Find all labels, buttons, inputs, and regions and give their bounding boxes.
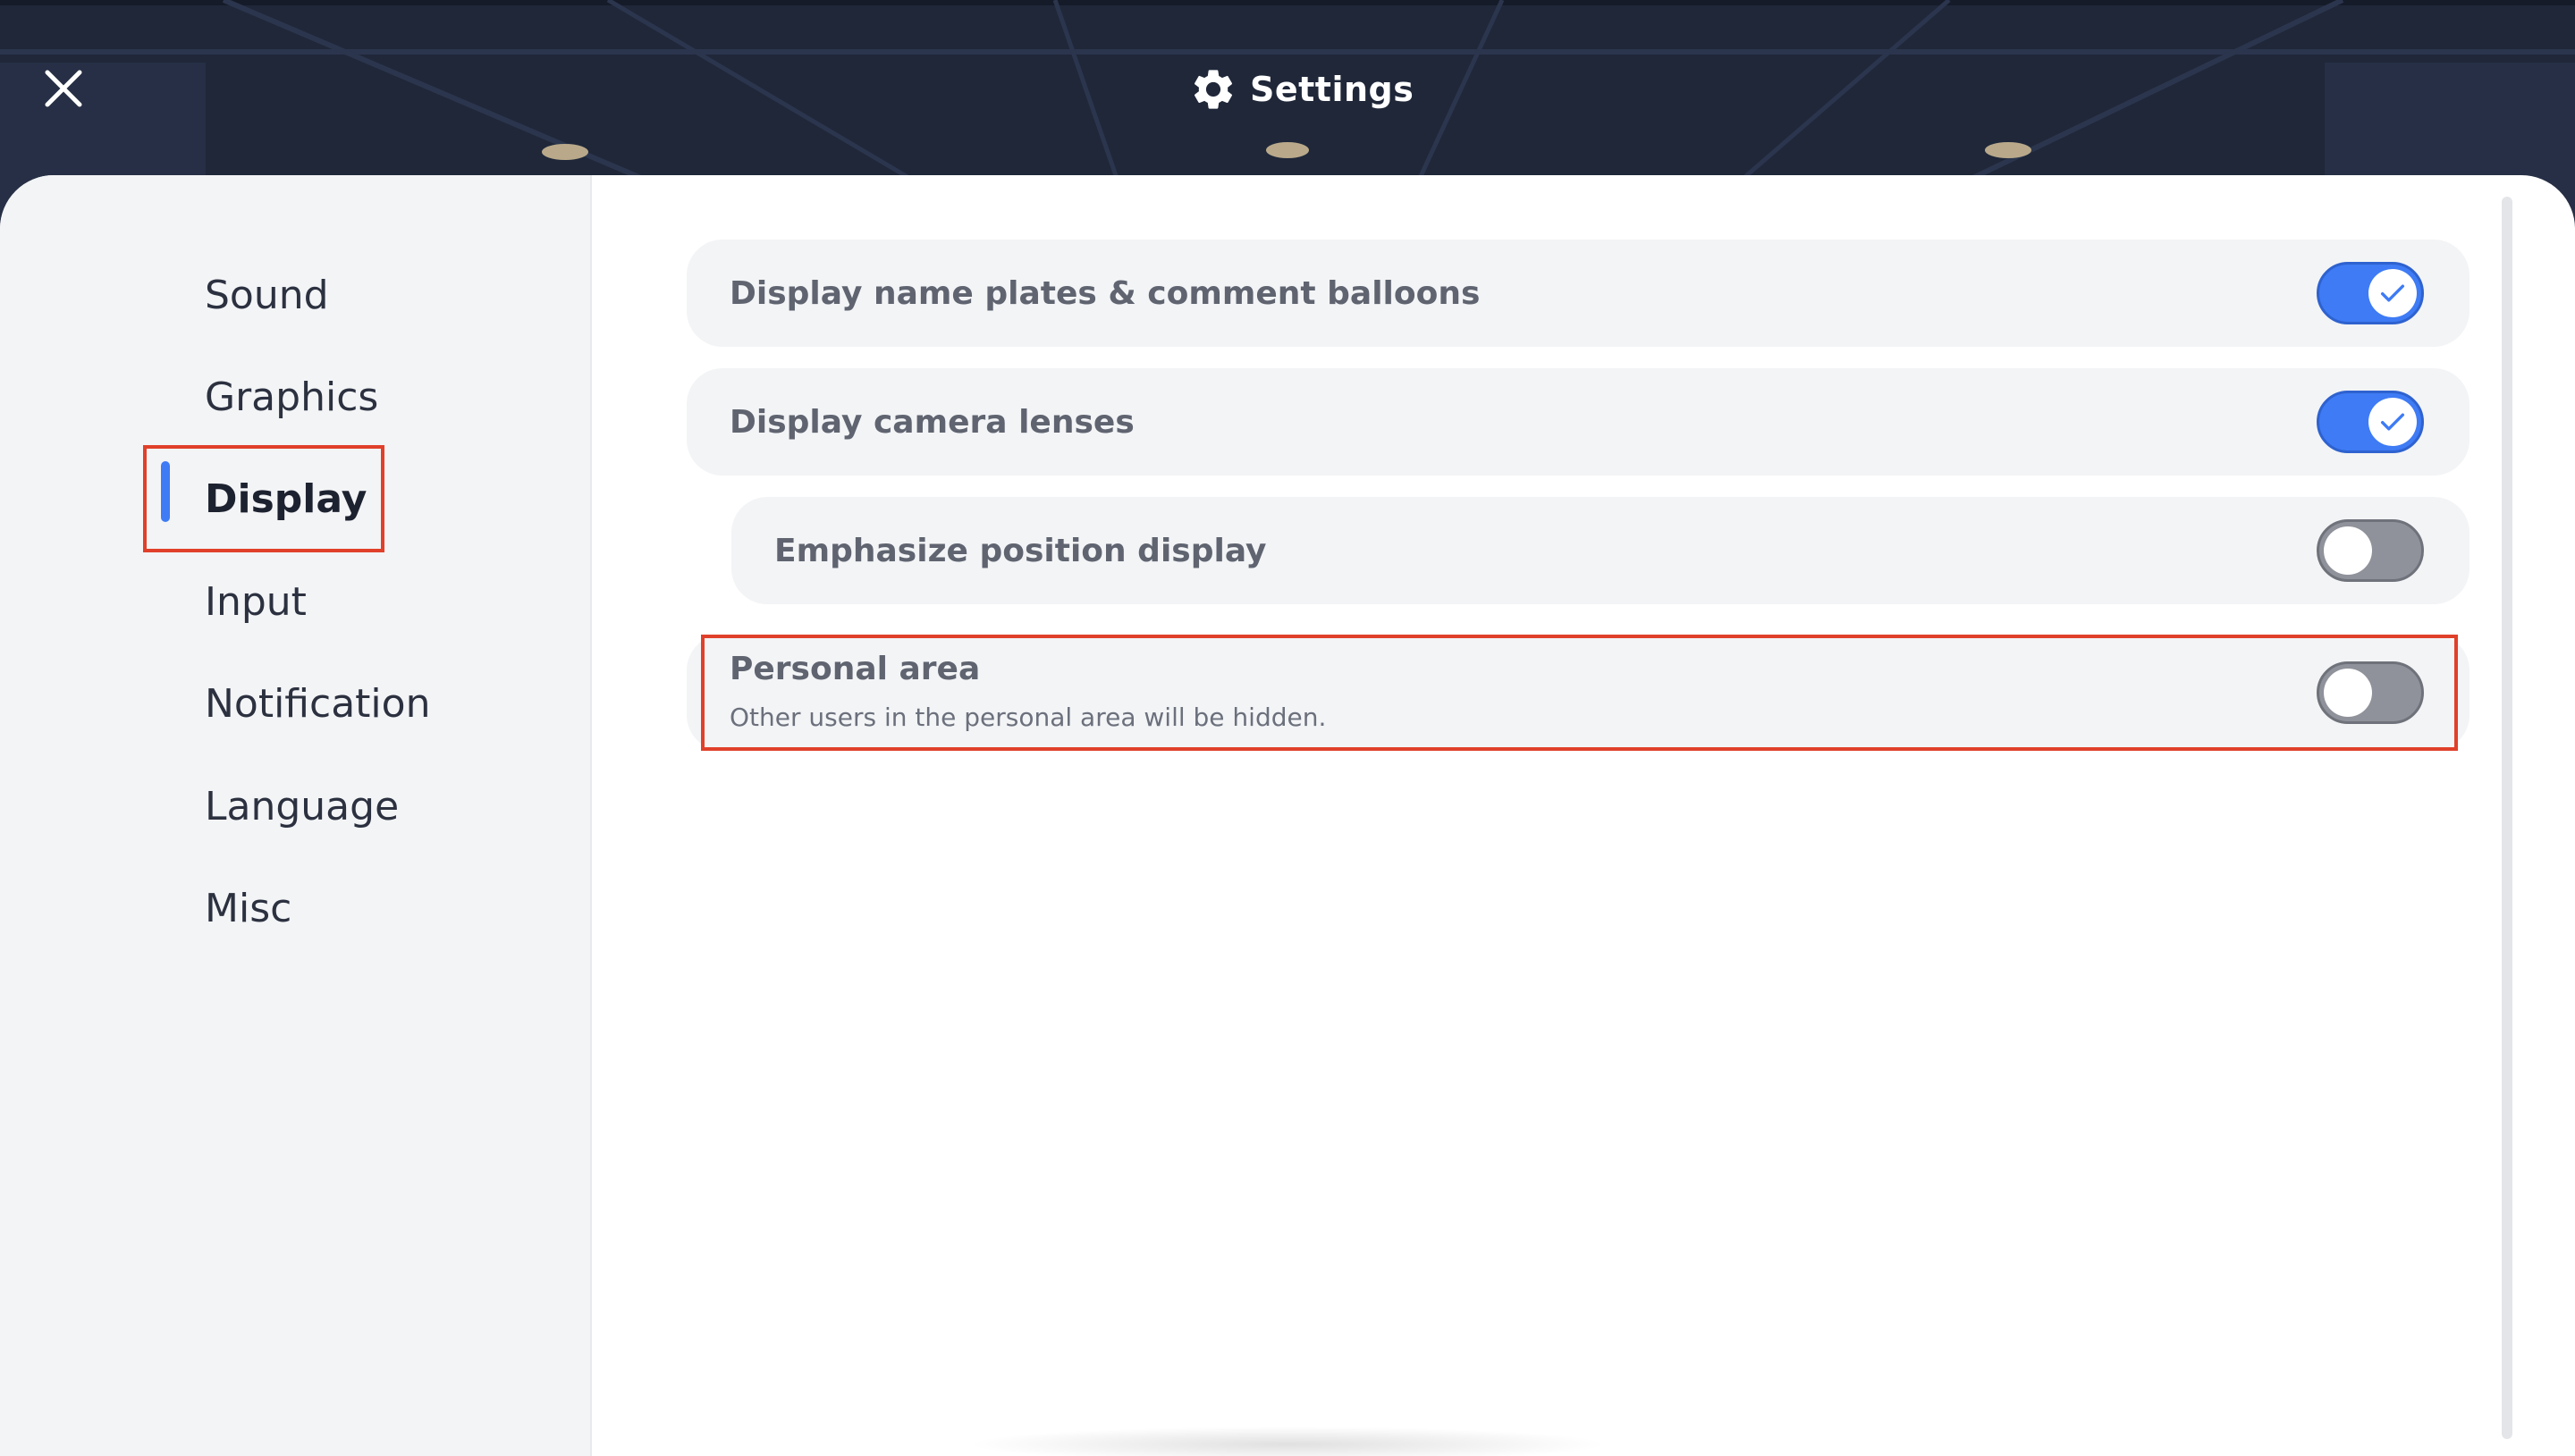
check-icon	[2368, 398, 2417, 446]
close-icon	[45, 70, 82, 107]
setting-row-name-plates: Display name plates & comment balloons	[687, 240, 2469, 347]
sidebar-item-language[interactable]: Language	[205, 770, 399, 842]
page-title: Settings	[1189, 61, 1414, 118]
bottom-shadow	[966, 1427, 1609, 1456]
setting-label: Display name plates & comment balloons	[730, 274, 1481, 312]
toggle-knob	[2324, 526, 2372, 575]
check-icon	[2368, 269, 2417, 317]
scrollbar[interactable]	[2502, 197, 2512, 1439]
sidebar-item-graphics[interactable]: Graphics	[205, 361, 378, 433]
camera-lenses-toggle[interactable]	[2317, 391, 2424, 453]
setting-row-camera-lenses: Display camera lenses	[687, 368, 2469, 476]
personal-area-toggle[interactable]	[2317, 661, 2424, 724]
sidebar-item-display[interactable]: Display	[205, 463, 367, 534]
gear-icon	[1189, 65, 1237, 114]
setting-row-personal-area: Personal area Other users in the persona…	[687, 635, 2469, 751]
setting-label: Emphasize position display	[774, 532, 1267, 569]
sidebar-item-notification[interactable]: Notification	[205, 668, 430, 739]
setting-row-emphasize-position: Emphasize position display	[731, 497, 2469, 604]
setting-description: Other users in the personal area will be…	[730, 703, 1327, 732]
name-plates-toggle[interactable]	[2317, 262, 2424, 324]
close-button[interactable]	[27, 52, 100, 125]
setting-label: Display camera lenses	[730, 403, 1135, 441]
sidebar-item-sound[interactable]: Sound	[205, 259, 329, 331]
sidebar-item-input[interactable]: Input	[205, 566, 307, 637]
emphasize-position-toggle[interactable]	[2317, 519, 2424, 582]
setting-label: Personal area	[730, 651, 981, 687]
active-indicator	[161, 461, 170, 522]
sidebar: Sound Graphics Display Input Notificatio…	[0, 175, 592, 1456]
toggle-knob	[2324, 669, 2372, 717]
sidebar-item-misc[interactable]: Misc	[205, 872, 291, 944]
settings-panel: Sound Graphics Display Input Notificatio…	[0, 175, 2575, 1456]
title-text: Settings	[1250, 70, 1414, 109]
